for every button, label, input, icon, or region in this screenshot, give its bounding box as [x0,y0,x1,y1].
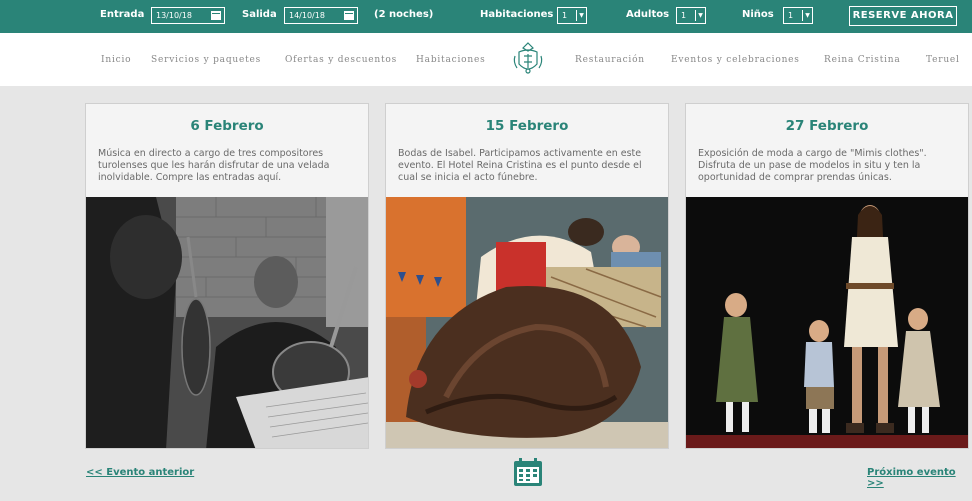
event-card: 6 Febrero Música en directo a cargo de t… [85,103,369,449]
children-select[interactable]: 1 ▼ [783,7,813,24]
calendar-icon[interactable] [344,11,354,20]
nav-item-eventos[interactable]: Eventos y celebraciones [671,55,800,65]
calendar-icon[interactable] [211,11,221,20]
previous-event-link[interactable]: << Evento anterior [86,467,194,478]
rooms-value: 1 [562,11,568,20]
event-date-title: 6 Febrero [190,118,264,134]
booking-bar: Entrada 13/10/18 Salida 14/10/18 (2 noch… [0,0,972,33]
rooms-label: Habitaciones [480,9,554,20]
nav-item-ofertas[interactable]: Ofertas y descuentos [285,55,397,65]
checkin-date-value: 13/10/18 [156,11,192,20]
checkout-date-value: 14/10/18 [289,11,325,20]
calendar-icon[interactable] [513,457,543,487]
nav-item-habitaciones[interactable]: Habitaciones [416,55,486,65]
main-nav: Inicio Servicios y paquetes Ofertas y de… [0,33,972,86]
nav-item-restauracion[interactable]: Restauración [575,55,645,65]
chevron-down-icon: ▼ [802,10,812,21]
chevron-down-icon: ▼ [576,10,586,21]
adults-select[interactable]: 1 ▼ [676,7,706,24]
wedding-reenactment-photo [386,197,668,448]
nights-count: (2 noches) [374,9,434,20]
checkout-date-field[interactable]: 14/10/18 [284,7,358,24]
event-date-title: 15 Febrero [485,118,569,134]
event-card: 27 Febrero Exposición de moda a cargo de… [685,103,969,449]
next-event-link[interactable]: Próximo evento >> [867,467,972,489]
event-date-title: 27 Febrero [785,118,869,134]
event-card: 15 Febrero Bodas de Isabel. Participamos… [385,103,669,449]
hotel-crest-icon[interactable] [511,40,545,78]
event-description: Música en directo a cargo de tres compos… [98,148,330,183]
children-label: Niños [742,9,774,20]
rooms-select[interactable]: 1 ▼ [557,7,587,24]
nav-item-reina-cristina[interactable]: Reina Cristina [824,55,901,65]
event-description: Bodas de Isabel. Participamos activament… [398,148,642,183]
children-value: 1 [788,11,794,20]
chevron-down-icon: ▼ [695,10,705,21]
event-description: Exposición de moda a cargo de "Mimis clo… [698,148,927,183]
nav-item-servicios[interactable]: Servicios y paquetes [151,55,261,65]
nav-item-inicio[interactable]: Inicio [101,55,131,65]
nav-item-teruel[interactable]: Teruel [926,55,960,65]
fashion-show-photo [686,197,968,448]
adults-value: 1 [681,11,687,20]
reserve-button[interactable]: RESERVE AHORA [849,6,957,26]
concert-photo [86,197,368,448]
checkin-label: Entrada [100,9,145,20]
checkout-label: Salida [242,9,277,20]
adults-label: Adultos [626,9,670,20]
checkin-date-field[interactable]: 13/10/18 [151,7,225,24]
